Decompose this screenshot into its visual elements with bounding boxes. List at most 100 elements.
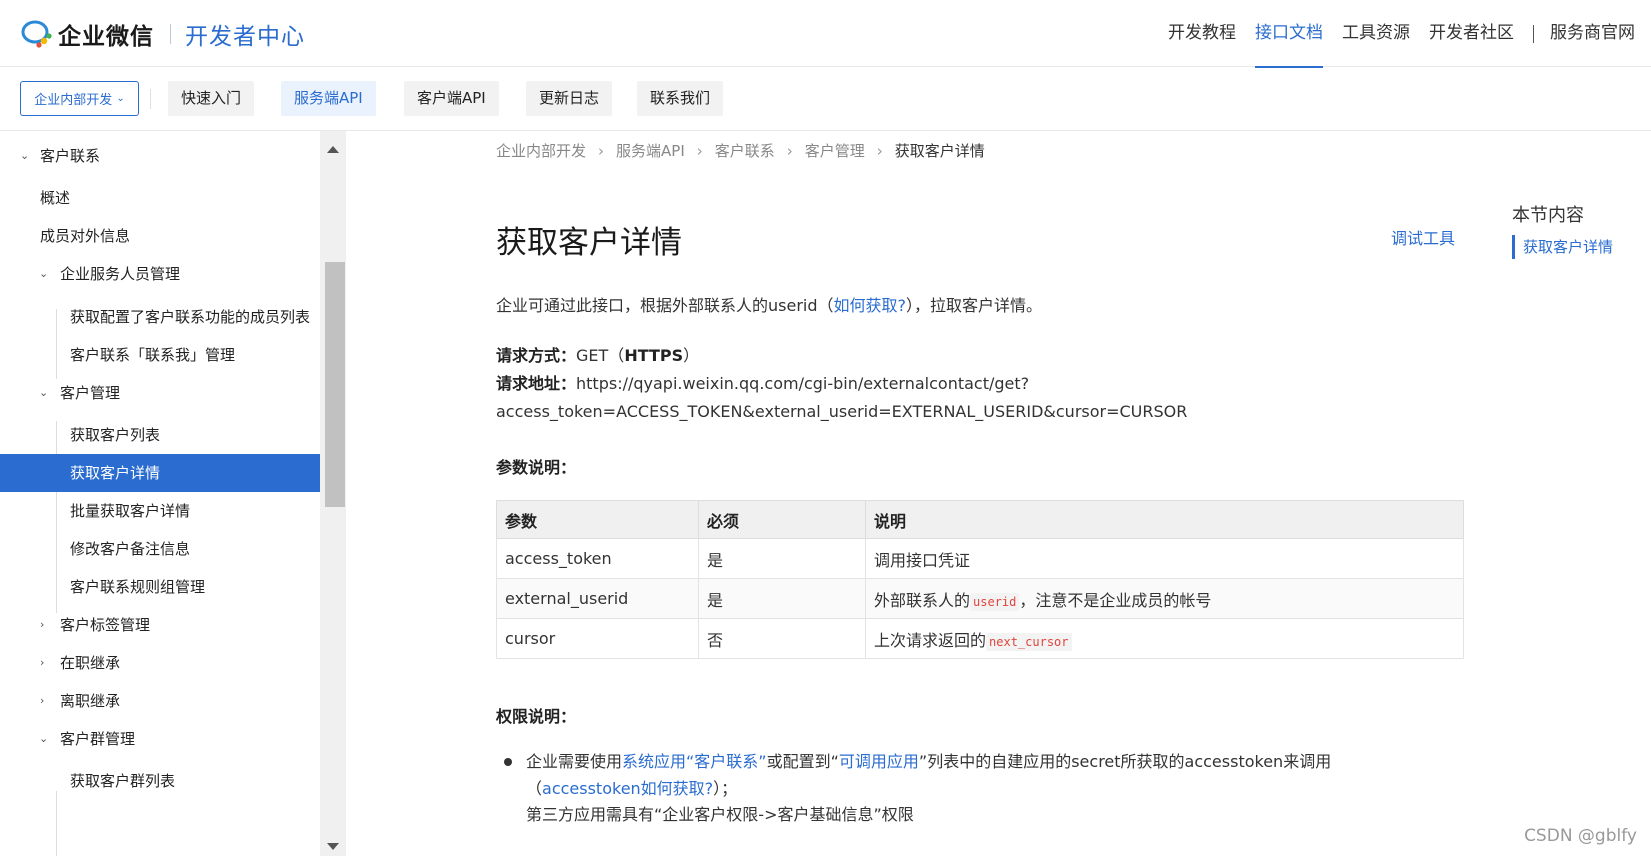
permission-item-cont: （accesstoken如何获取?）； — [526, 775, 737, 803]
accesstoken-link[interactable]: accesstoken如何获取? — [542, 779, 713, 798]
permission-item-2: 第三方应用需具有“企业客户权限->客户基础信息”权限 — [526, 805, 914, 824]
col-header: 参数 — [496, 500, 699, 539]
callable-app-link[interactable]: 可调用应用 — [839, 752, 919, 771]
chevron-down-icon: ⌄ — [39, 386, 49, 399]
sidebar-item-label: 企业服务人员管理 — [60, 265, 181, 283]
brand-name: 企业微信 — [58, 24, 154, 50]
crumb-link[interactable]: 客户管理 — [805, 140, 865, 161]
sidebar-item-onjob-transfer[interactable]: › 在职继承 — [0, 644, 320, 682]
perm-text: 企业需要使用 — [526, 752, 623, 771]
param-required: 否 — [698, 618, 866, 659]
top-header: 企业微信 开发者中心 开发教程 接口文档 工具资源 开发者社区 服务商官网 — [0, 0, 1651, 68]
sidebar-item-customer-contact[interactable]: ⌄ 客户联系 — [0, 137, 320, 175]
nav-community[interactable]: 开发者社区 — [1429, 0, 1514, 67]
logo-divider — [170, 24, 171, 44]
system-app-link[interactable]: 系统应用“客户联系” — [622, 752, 767, 771]
nav-tools[interactable]: 工具资源 — [1342, 0, 1410, 67]
sidebar-item-overview[interactable]: 概述 — [0, 179, 320, 217]
logo[interactable]: 企业微信 开发者中心 — [20, 18, 305, 50]
method-label: 请求方式： — [496, 346, 577, 365]
sidebar-item-member-list[interactable]: 获取配置了客户联系功能的成员列表 — [0, 298, 316, 336]
bullet-icon — [504, 758, 512, 766]
crumb-current: 获取客户详情 — [894, 142, 985, 160]
intro-text: 企业可通过此接口，根据外部联系人的userid（如何获取?），拉取客户详情。 — [496, 292, 1042, 320]
chevron-down-icon: ⌄ — [116, 93, 125, 104]
method-value: GET（ — [576, 346, 625, 365]
param-name: access_token — [496, 538, 699, 579]
tab-client-api[interactable]: 客户端API — [404, 81, 499, 116]
crumb-link[interactable]: 服务端API — [616, 140, 685, 161]
chevron-right-icon: › — [40, 618, 45, 631]
desc-text: 上次请求返回的 — [874, 630, 987, 650]
param-desc: 上次请求返回的 next_cursor — [865, 618, 1464, 659]
method-proto: HTTPS — [624, 346, 684, 365]
tab-quick-start[interactable]: 快速入门 — [168, 81, 255, 116]
sidebar-item-resigned-transfer[interactable]: › 离职继承 — [0, 682, 320, 720]
col-header: 说明 — [865, 500, 1464, 539]
param-desc: 外部联系人的 userid ，注意不是企业成员的帐号 — [865, 578, 1464, 619]
sidebar-item-label: 客户联系 — [40, 147, 101, 165]
toc-item[interactable]: 获取客户详情 — [1512, 235, 1613, 259]
tab-changelog[interactable]: 更新日志 — [526, 81, 613, 116]
sidebar-item-group-mgmt[interactable]: ⌄ 客户群管理 — [0, 720, 320, 758]
url-label: 请求地址： — [496, 374, 577, 393]
url-line-1: https://qyapi.weixin.qq.com/cgi-bin/exte… — [576, 374, 1030, 393]
chevron-right-icon: › — [786, 141, 793, 160]
page-title: 获取客户详情 — [496, 225, 682, 261]
chevron-right-icon: › — [876, 141, 883, 160]
watermark: CSDN @gblfy — [1524, 826, 1637, 846]
sub-nav: 企业内部开发 ⌄ 快速入门 服务端API 客户端API 更新日志 联系我们 — [0, 67, 1651, 131]
brand-subtitle: 开发者中心 — [185, 24, 305, 50]
col-header: 必须 — [698, 500, 866, 539]
sidebar-item-group-list[interactable]: 获取客户群列表 — [0, 762, 320, 800]
sidebar-item-label: 客户管理 — [60, 384, 121, 402]
debug-tool-link[interactable]: 调试工具 — [1391, 225, 1455, 249]
scrollbar-thumb[interactable] — [325, 262, 345, 507]
table-row: external_userid 是 外部联系人的 userid ，注意不是企业成员的… — [496, 578, 1464, 619]
param-required: 是 — [698, 538, 866, 579]
tab-contact[interactable]: 联系我们 — [637, 81, 724, 116]
nav-api-docs[interactable]: 接口文档 — [1255, 0, 1323, 68]
scope-dropdown[interactable]: 企业内部开发 ⌄ — [20, 81, 139, 116]
sidebar-item-customer-list[interactable]: 获取客户列表 — [0, 416, 320, 454]
desc-text: ，注意不是企业成员的帐号 — [1019, 590, 1212, 610]
how-to-get-link[interactable]: 如何获取? — [834, 296, 907, 315]
perm-text: 或配置到“ — [766, 752, 839, 771]
sidebar-item-rule-group[interactable]: 客户联系规则组管理 — [0, 568, 320, 606]
param-desc: 调用接口凭证 — [865, 538, 1464, 579]
param-name: cursor — [496, 618, 699, 659]
sidebar-item-contact-me[interactable]: 客户联系「联系我」管理 — [0, 336, 320, 374]
scroll-up-icon[interactable] — [327, 146, 339, 153]
scroll-down-icon[interactable] — [327, 843, 339, 850]
intro-suffix: ），拉取客户详情。 — [906, 296, 1043, 315]
main-content: 企业内部开发 › 服务端API › 客户联系 › 客户管理 › 获取客户详情 获… — [346, 131, 1651, 856]
request-url: 请求地址：https://qyapi.weixin.qq.com/cgi-bin… — [496, 370, 1029, 398]
sidebar-item-tags[interactable]: › 客户标签管理 — [0, 606, 320, 644]
nav-divider — [1533, 24, 1534, 43]
sidebar-item-customer-detail[interactable]: 获取客户详情 — [0, 454, 320, 492]
sidebar-item-service-staff[interactable]: ⌄ 企业服务人员管理 — [0, 255, 320, 293]
sidebar-item-remark[interactable]: 修改客户备注信息 — [0, 530, 320, 568]
table-row: access_token 是 调用接口凭证 — [496, 538, 1464, 579]
chevron-right-icon: › — [598, 141, 605, 160]
sidebar-item-batch-detail[interactable]: 批量获取客户详情 — [0, 492, 320, 530]
sidebar: ⌄ 客户联系 概述 成员对外信息 ⌄ 企业服务人员管理 获取配置了客户联系功能的… — [0, 131, 320, 856]
tree-line — [56, 791, 57, 856]
wecom-logo-icon — [20, 19, 54, 49]
inline-code: next_cursor — [986, 632, 1072, 651]
table-header-row: 参数 必须 说明 — [496, 500, 1464, 539]
tab-server-api[interactable]: 服务端API — [281, 81, 376, 116]
chevron-right-icon: › — [696, 141, 703, 160]
perm-text: （ — [526, 779, 543, 798]
sidebar-item-customer-mgmt[interactable]: ⌄ 客户管理 — [0, 374, 320, 412]
crumb-link[interactable]: 客户联系 — [715, 140, 775, 161]
nav-dev-tutorial[interactable]: 开发教程 — [1168, 0, 1236, 67]
sidebar-item-label: 客户群管理 — [60, 730, 136, 748]
sidebar-item-label: 离职继承 — [60, 692, 121, 710]
sidebar-item-member-info[interactable]: 成员对外信息 — [0, 217, 320, 255]
chevron-right-icon: › — [40, 694, 45, 707]
nav-provider-site[interactable]: 服务商官网 — [1550, 0, 1635, 67]
crumb-link[interactable]: 企业内部开发 — [496, 140, 586, 161]
request-url-cont: access_token=ACCESS_TOKEN&external_useri… — [496, 402, 1188, 421]
sidebar-item-label: 客户标签管理 — [60, 616, 151, 634]
